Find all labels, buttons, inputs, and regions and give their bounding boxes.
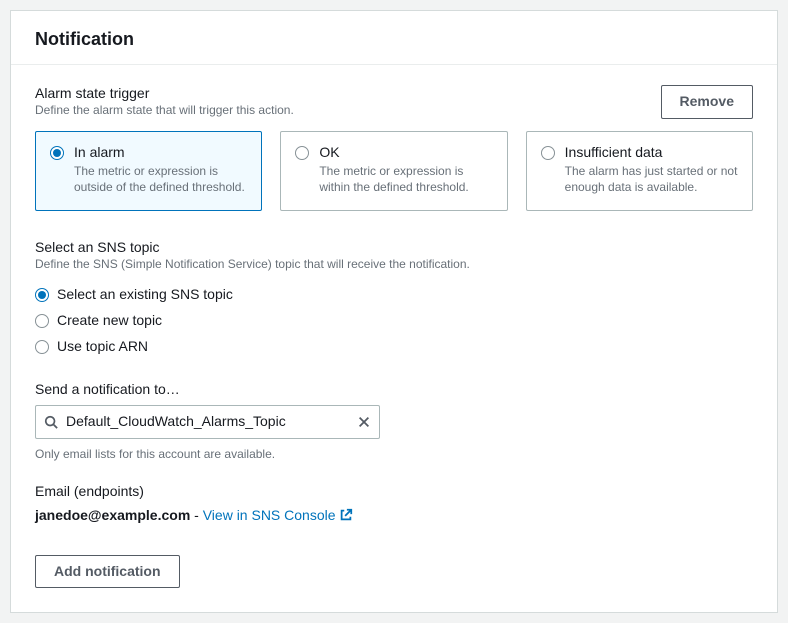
view-in-sns-console-link[interactable]: View in SNS Console [203, 507, 353, 523]
sns-desc: Define the SNS (Simple Notification Serv… [35, 257, 753, 271]
sns-option-label: Create new topic [57, 312, 162, 328]
alarm-state-tile-insufficient-data[interactable]: Insufficient data The alarm has just sta… [526, 131, 753, 212]
external-link-icon [339, 508, 353, 522]
search-icon [44, 415, 58, 429]
alarm-state-tile-in-alarm[interactable]: In alarm The metric or expression is out… [35, 131, 262, 212]
alarm-trigger-header-row: Alarm state trigger Define the alarm sta… [35, 85, 753, 119]
sns-option-label: Select an existing SNS topic [57, 286, 233, 302]
sns-option-create[interactable]: Create new topic [35, 307, 753, 333]
panel-body: Alarm state trigger Define the alarm sta… [11, 65, 777, 612]
tile-desc: The alarm has just started or not enough… [565, 163, 738, 197]
remove-button[interactable]: Remove [661, 85, 753, 119]
send-to-label: Send a notification to… [35, 381, 753, 397]
clear-input-button[interactable] [355, 413, 373, 431]
radio-icon [50, 146, 64, 160]
panel-header: Notification [11, 11, 777, 65]
sns-option-existing[interactable]: Select an existing SNS topic [35, 281, 753, 307]
sns-option-arn[interactable]: Use topic ARN [35, 333, 753, 359]
email-value: janedoe@example.com [35, 507, 190, 523]
radio-icon [295, 146, 309, 160]
email-line: janedoe@example.com - View in SNS Consol… [35, 507, 753, 523]
send-to-input-wrap [35, 405, 380, 439]
alarm-trigger-title: Alarm state trigger [35, 85, 294, 101]
radio-icon [35, 288, 49, 302]
sns-radio-group: Select an existing SNS topic Create new … [35, 281, 753, 359]
radio-icon [35, 340, 49, 354]
alarm-state-tile-ok[interactable]: OK The metric or expression is within th… [280, 131, 507, 212]
tile-title: OK [319, 144, 492, 160]
link-text: View in SNS Console [203, 507, 336, 523]
panel-title: Notification [35, 29, 753, 50]
alarm-trigger-heading-group: Alarm state trigger Define the alarm sta… [35, 85, 294, 117]
tile-title: Insufficient data [565, 144, 738, 160]
send-to-input[interactable] [35, 405, 380, 439]
add-notification-button[interactable]: Add notification [35, 555, 180, 589]
sns-title: Select an SNS topic [35, 239, 753, 255]
tile-desc: The metric or expression is outside of t… [74, 163, 247, 197]
alarm-state-tiles: In alarm The metric or expression is out… [35, 131, 753, 212]
notification-panel: Notification Alarm state trigger Define … [10, 10, 778, 613]
alarm-trigger-desc: Define the alarm state that will trigger… [35, 103, 294, 117]
radio-icon [35, 314, 49, 328]
email-section: Email (endpoints) janedoe@example.com - … [35, 483, 753, 523]
tile-desc: The metric or expression is within the d… [319, 163, 492, 197]
email-separator: - [190, 507, 202, 523]
send-to-hint: Only email lists for this account are av… [35, 447, 753, 461]
send-to-section: Send a notification to… Only email lists… [35, 381, 753, 461]
close-icon [357, 415, 371, 429]
email-label: Email (endpoints) [35, 483, 753, 499]
radio-icon [541, 146, 555, 160]
sns-section: Select an SNS topic Define the SNS (Simp… [35, 239, 753, 359]
sns-option-label: Use topic ARN [57, 338, 148, 354]
tile-title: In alarm [74, 144, 247, 160]
